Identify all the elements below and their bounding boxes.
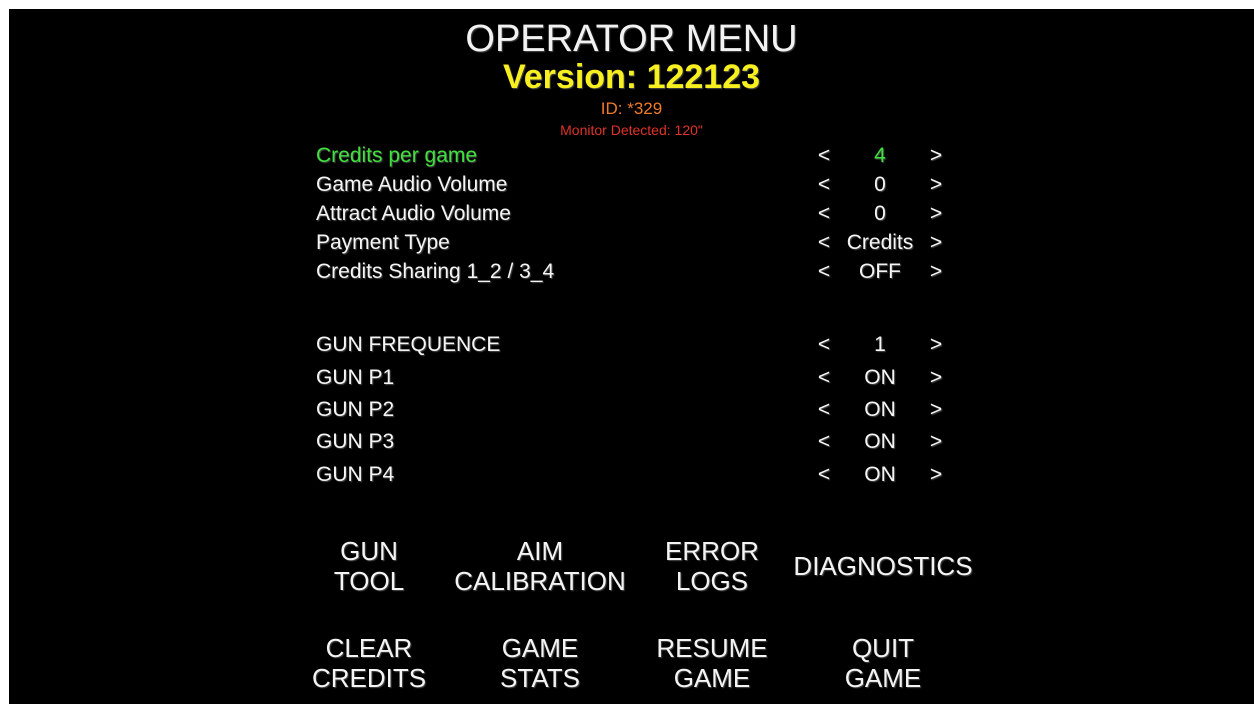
operator-menu-screen: OPERATOR MENU Version: 122123 ID: *329 M…: [9, 9, 1254, 704]
setting-gun-p2[interactable]: GUN P2 < ON >: [316, 395, 956, 425]
button-label-line: GUN: [340, 536, 398, 566]
button-label-line: RESUME: [656, 633, 768, 663]
button-label-line: CALIBRATION: [454, 566, 626, 596]
increase-arrow-icon[interactable]: >: [928, 363, 944, 393]
device-id-label: ID: *329: [600, 99, 663, 118]
setting-label: Game Audio Volume: [316, 173, 508, 196]
increase-arrow-icon[interactable]: >: [928, 395, 944, 425]
gun-tool-button[interactable]: GUN TOOL: [274, 536, 464, 606]
decrease-arrow-icon[interactable]: <: [816, 330, 832, 360]
increase-arrow-icon[interactable]: >: [928, 199, 944, 229]
setting-value: ON: [864, 366, 896, 389]
button-label-line: CREDITS: [311, 663, 427, 693]
clear-credits-button[interactable]: CLEAR CREDITS: [274, 633, 464, 703]
button-label-line: AIM: [516, 536, 564, 566]
increase-arrow-icon[interactable]: >: [928, 141, 944, 171]
increase-arrow-icon[interactable]: >: [928, 460, 944, 490]
button-label-line: GAME: [501, 633, 579, 663]
setting-value: 1: [874, 333, 886, 356]
decrease-arrow-icon[interactable]: <: [816, 199, 832, 229]
setting-value: 0: [874, 173, 886, 196]
button-label-line: ERROR: [665, 536, 759, 566]
setting-value: 4: [874, 144, 886, 167]
decrease-arrow-icon[interactable]: <: [816, 257, 832, 287]
button-label-line: GAME: [673, 663, 751, 693]
setting-value: ON: [864, 398, 896, 421]
setting-value: ON: [864, 463, 896, 486]
setting-label: GUN FREQUENCE: [316, 333, 501, 356]
increase-arrow-icon[interactable]: >: [928, 427, 944, 457]
monitor-detected-label: Monitor Detected: 120": [560, 122, 703, 138]
aim-calibration-button[interactable]: AIM CALIBRATION: [445, 536, 635, 606]
setting-value: 0: [874, 202, 886, 225]
button-label-line: STATS: [500, 663, 580, 693]
increase-arrow-icon[interactable]: >: [928, 257, 944, 287]
setting-label: GUN P3: [316, 430, 395, 453]
setting-label: GUN P2: [316, 398, 395, 421]
increase-arrow-icon[interactable]: >: [928, 228, 944, 258]
button-label-line: CLEAR: [325, 633, 413, 663]
setting-gun-p1[interactable]: GUN P1 < ON >: [316, 363, 956, 393]
increase-arrow-icon[interactable]: >: [928, 170, 944, 200]
setting-attract-audio-volume[interactable]: Attract Audio Volume < 0 >: [316, 199, 956, 229]
version-label: Version: 122123: [502, 58, 761, 96]
game-stats-button[interactable]: GAME STATS: [445, 633, 635, 703]
setting-gun-p3[interactable]: GUN P3 < ON >: [316, 427, 956, 457]
setting-credits-sharing[interactable]: Credits Sharing 1_2 / 3_4 < OFF >: [316, 257, 956, 287]
setting-label: GUN P4: [316, 463, 395, 486]
button-label-line: LOGS: [675, 566, 749, 596]
button-label-line: DIAGNOSTICS: [793, 551, 973, 581]
menu-title: OPERATOR MENU: [465, 18, 798, 60]
error-logs-button[interactable]: ERROR LOGS: [617, 536, 807, 606]
setting-label: Credits Sharing 1_2 / 3_4: [316, 260, 555, 283]
setting-label: GUN P1: [316, 366, 395, 389]
setting-gun-p4[interactable]: GUN P4 < ON >: [316, 460, 956, 490]
setting-game-audio-volume[interactable]: Game Audio Volume < 0 >: [316, 170, 956, 200]
button-label-line: GAME: [844, 663, 922, 693]
decrease-arrow-icon[interactable]: <: [816, 228, 832, 258]
setting-label: Credits per game: [316, 144, 478, 167]
decrease-arrow-icon[interactable]: <: [816, 170, 832, 200]
setting-gun-frequence[interactable]: GUN FREQUENCE < 1 >: [316, 330, 956, 360]
increase-arrow-icon[interactable]: >: [928, 330, 944, 360]
setting-value: OFF: [859, 260, 901, 283]
setting-value: Credits: [846, 231, 914, 254]
decrease-arrow-icon[interactable]: <: [816, 427, 832, 457]
resume-game-button[interactable]: RESUME GAME: [617, 633, 807, 703]
decrease-arrow-icon[interactable]: <: [816, 141, 832, 171]
decrease-arrow-icon[interactable]: <: [816, 460, 832, 490]
setting-payment-type[interactable]: Payment Type < Credits >: [316, 228, 956, 258]
quit-game-button[interactable]: QUIT GAME: [788, 633, 978, 703]
setting-value: ON: [864, 430, 896, 453]
setting-credits-per-game[interactable]: Credits per game < 4 >: [316, 141, 956, 171]
decrease-arrow-icon[interactable]: <: [816, 395, 832, 425]
setting-label: Payment Type: [316, 231, 450, 254]
setting-label: Attract Audio Volume: [316, 202, 511, 225]
diagnostics-button[interactable]: DIAGNOSTICS: [788, 551, 978, 621]
decrease-arrow-icon[interactable]: <: [816, 363, 832, 393]
button-label-line: TOOL: [333, 566, 405, 596]
button-label-line: QUIT: [851, 633, 915, 663]
